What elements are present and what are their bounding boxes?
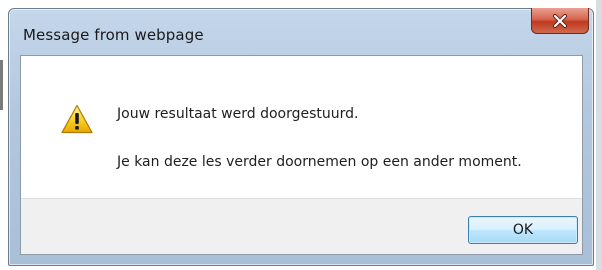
message-dialog: Message from webpage Jouw resultaat werd… (8, 8, 594, 266)
warning-icon (61, 104, 93, 134)
dialog-title: Message from webpage (23, 26, 204, 44)
ok-button[interactable]: OK (468, 216, 578, 244)
message-text: Jouw resultaat werd doorgestuurd. (117, 106, 359, 122)
close-icon (553, 13, 567, 28)
background-window-edge (596, 0, 602, 270)
button-bar: OK (21, 198, 582, 254)
dialog-titlebar[interactable]: Message from webpage (9, 8, 593, 55)
message-area: Jouw resultaat werd doorgestuurd. Je kan… (21, 56, 582, 198)
dialog-body: Jouw resultaat werd doorgestuurd. Je kan… (20, 55, 583, 255)
background-window-edge (0, 60, 3, 110)
close-button[interactable] (531, 8, 589, 34)
message-text: Je kan deze les verder doornemen op een … (117, 154, 522, 170)
